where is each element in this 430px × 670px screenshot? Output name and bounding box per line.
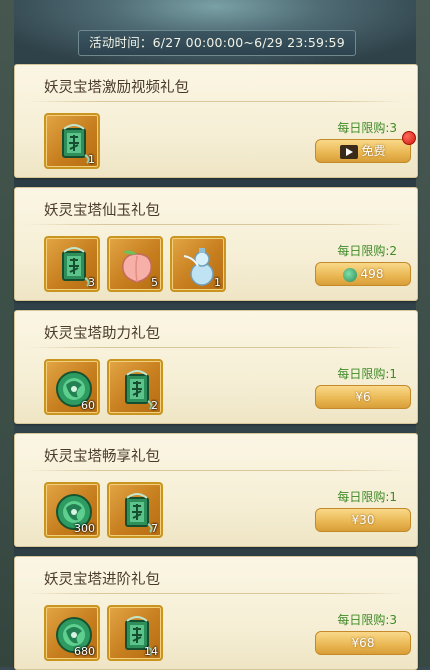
pack-title: 妖灵宝塔助力礼包 (44, 326, 160, 342)
item-slot[interactable]: 2 (107, 359, 163, 415)
buy-button[interactable]: 免费 (315, 139, 411, 163)
jade-coin-icon (342, 267, 357, 282)
pack-card: 妖灵宝塔畅享礼包 300 7 每日限购:1 ¥30 (14, 433, 418, 547)
item-count: 1 (88, 153, 95, 166)
item-slot[interactable]: 7 (107, 482, 163, 538)
item-slot[interactable]: 680 (44, 605, 100, 661)
pack-card: 妖灵宝塔进阶礼包 680 14 每日限购:3 ¥68 (14, 556, 418, 670)
item-count: 3 (88, 276, 95, 289)
pack-card: 妖灵宝塔激励视频礼包 1 每日限购:3 免费 (14, 64, 418, 178)
daily-limit: 每日限购:1 (337, 490, 397, 504)
item-count: 680 (74, 645, 95, 658)
red-dot-badge (402, 131, 416, 145)
price-label: 免费 (361, 144, 386, 158)
divider (25, 347, 407, 348)
item-count: 60 (81, 399, 95, 412)
pack-card: 妖灵宝塔助力礼包 60 2 每日限购:1 ¥6 (14, 310, 418, 424)
buy-button[interactable]: ¥6 (315, 385, 411, 409)
background-right (416, 0, 430, 667)
event-time-bar: 活动时间：6/27 00:00:00~6/29 23:59:59 (78, 30, 356, 56)
item-count: 5 (151, 276, 158, 289)
item-slot[interactable]: 3 (44, 236, 100, 292)
pack-card: 妖灵宝塔仙玉礼包 3 5 1 每日限购:2 498 (14, 187, 418, 301)
buy-button[interactable]: 498 (315, 262, 411, 286)
daily-limit: 每日限购:3 (337, 121, 397, 135)
item-count: 7 (151, 522, 158, 535)
item-slot[interactable]: 60 (44, 359, 100, 415)
video-icon (340, 144, 359, 159)
divider (25, 470, 407, 471)
divider (25, 593, 407, 594)
item-slot[interactable]: 1 (44, 113, 100, 169)
item-slot[interactable]: 14 (107, 605, 163, 661)
price-label: ¥6 (355, 390, 371, 404)
daily-limit: 每日限购:3 (337, 613, 397, 627)
item-count: 2 (151, 399, 158, 412)
daily-limit: 每日限购:2 (337, 244, 397, 258)
divider (25, 224, 407, 225)
pack-title: 妖灵宝塔仙玉礼包 (44, 203, 160, 219)
item-slot[interactable]: 5 (107, 236, 163, 292)
pack-title: 妖灵宝塔激励视频礼包 (44, 80, 189, 96)
buy-button[interactable]: ¥68 (315, 631, 411, 655)
item-count: 1 (214, 276, 221, 289)
item-slot[interactable]: 300 (44, 482, 100, 538)
item-count: 14 (144, 645, 158, 658)
price-label: ¥68 (351, 636, 375, 650)
pack-title: 妖灵宝塔进阶礼包 (44, 572, 160, 588)
item-slot[interactable]: 1 (170, 236, 226, 292)
divider (25, 101, 407, 102)
pack-title: 妖灵宝塔畅享礼包 (44, 449, 160, 465)
daily-limit: 每日限购:1 (337, 367, 397, 381)
price-label: ¥30 (351, 513, 375, 527)
background-left (0, 0, 14, 667)
price-label: 498 (360, 267, 384, 281)
buy-button[interactable]: ¥30 (315, 508, 411, 532)
item-count: 300 (74, 522, 95, 535)
